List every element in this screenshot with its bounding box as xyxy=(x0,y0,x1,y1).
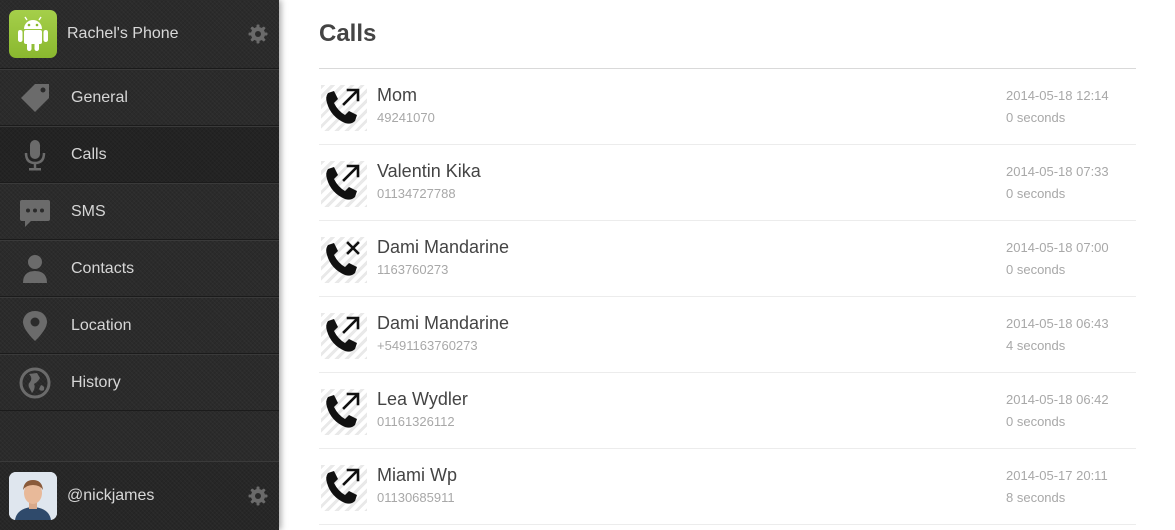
sidebar-item-label: History xyxy=(71,373,121,391)
outgoing-call-icon xyxy=(321,389,367,435)
call-duration: 0 seconds xyxy=(1006,262,1066,277)
avatar xyxy=(9,472,57,520)
contact-number: 01161326112 xyxy=(377,414,455,429)
sidebar-item-label: General xyxy=(71,88,128,106)
contact-number: 01130685911 xyxy=(377,490,455,505)
call-duration: 0 seconds xyxy=(1006,414,1066,429)
contact-number: +5491163760273 xyxy=(377,338,478,353)
call-timestamp: 2014-05-18 07:00 xyxy=(1006,240,1109,255)
list-item[interactable]: Mom 49241070 2014-05-18 12:14 0 seconds xyxy=(319,69,1136,145)
contact-name: Mom xyxy=(377,85,417,105)
person-icon xyxy=(18,252,52,286)
user-handle: @nickjames xyxy=(67,487,155,504)
call-timestamp: 2014-05-18 06:43 xyxy=(1006,316,1109,331)
device-settings-gear-icon[interactable] xyxy=(248,24,268,44)
contact-name: Valentin Kika xyxy=(377,161,481,181)
user-settings-gear-icon[interactable] xyxy=(248,486,268,506)
sidebar-item-calls[interactable]: Calls xyxy=(0,126,279,183)
list-item[interactable]: Miami Wp 01130685911 2014-05-17 20:11 8 … xyxy=(319,449,1136,525)
sidebar-item-label: SMS xyxy=(71,202,106,220)
contact-number: 49241070 xyxy=(377,110,435,125)
call-timestamp: 2014-05-18 07:33 xyxy=(1006,164,1109,179)
call-timestamp: 2014-05-18 06:42 xyxy=(1006,392,1109,407)
map-pin-icon xyxy=(18,309,52,343)
main-content: Calls Mom 49241070 2014-05-18 12:14 0 se… xyxy=(279,0,1175,530)
sidebar-item-label: Calls xyxy=(71,145,107,163)
outgoing-call-icon xyxy=(321,85,367,131)
device-header[interactable]: Rachel's Phone xyxy=(0,0,279,69)
contact-number: 01134727788 xyxy=(377,186,456,201)
call-list: Mom 49241070 2014-05-18 12:14 0 seconds … xyxy=(319,69,1136,525)
page-title: Calls xyxy=(319,0,1136,69)
outgoing-call-icon xyxy=(321,161,367,207)
user-footer[interactable]: @nickjames xyxy=(0,461,279,530)
contact-name: Lea Wydler xyxy=(377,389,468,409)
call-timestamp: 2014-05-18 12:14 xyxy=(1006,88,1109,103)
call-timestamp: 2014-05-17 20:11 xyxy=(1006,468,1108,483)
outgoing-call-icon xyxy=(321,465,367,511)
call-duration: 0 seconds xyxy=(1006,186,1066,201)
sidebar-item-location[interactable]: Location xyxy=(0,297,279,354)
list-item[interactable]: Dami Mandarine 1163760273 2014-05-18 07:… xyxy=(319,221,1136,297)
list-item[interactable]: Dami Mandarine +5491163760273 2014-05-18… xyxy=(319,297,1136,373)
call-duration: 8 seconds xyxy=(1006,490,1066,505)
sidebar: Rachel's Phone General Calls SMS Contact… xyxy=(0,0,279,530)
call-duration: 0 seconds xyxy=(1006,110,1066,125)
device-name: Rachel's Phone xyxy=(67,25,179,42)
missed-call-icon xyxy=(321,237,367,283)
list-item[interactable]: Lea Wydler 01161326112 2014-05-18 06:42 … xyxy=(319,373,1136,449)
sidebar-item-label: Location xyxy=(71,316,132,334)
chat-bubble-icon xyxy=(18,195,52,229)
sidebar-item-contacts[interactable]: Contacts xyxy=(0,240,279,297)
sidebar-item-sms[interactable]: SMS xyxy=(0,183,279,240)
call-duration: 4 seconds xyxy=(1006,338,1066,353)
microphone-icon xyxy=(18,138,52,172)
sidebar-item-general[interactable]: General xyxy=(0,69,279,126)
android-icon xyxy=(9,10,57,58)
globe-icon xyxy=(18,366,52,400)
outgoing-call-icon xyxy=(321,313,367,359)
contact-name: Miami Wp xyxy=(377,465,457,485)
contact-number: 1163760273 xyxy=(377,262,449,277)
contact-name: Dami Mandarine xyxy=(377,313,510,333)
sidebar-item-label: Contacts xyxy=(71,259,135,277)
list-item[interactable]: Valentin Kika 01134727788 2014-05-18 07:… xyxy=(319,145,1136,221)
tag-icon xyxy=(18,81,52,115)
sidebar-item-history[interactable]: History xyxy=(0,354,279,411)
contact-name: Dami Mandarine xyxy=(377,237,510,257)
